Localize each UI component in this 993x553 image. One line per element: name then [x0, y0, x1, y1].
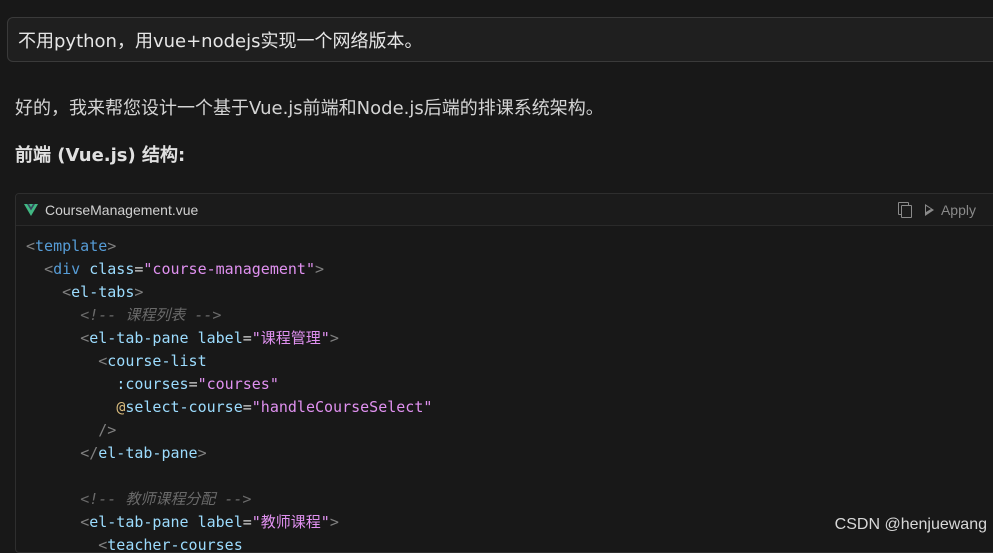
watermark: CSDN @henjuewang: [834, 516, 987, 533]
code-token: <: [44, 260, 54, 278]
code-token: "课程管理": [251, 329, 330, 347]
code-block: CourseManagement.vue Apply <template> <d…: [15, 193, 993, 553]
vue-icon: [24, 203, 38, 216]
code-line: />: [26, 419, 993, 442]
code-block-header: CourseManagement.vue Apply: [16, 194, 993, 226]
code-token: =: [242, 329, 252, 347]
code-body: <template> <div class="course-management…: [16, 226, 993, 553]
code-token: <: [80, 329, 90, 347]
code-token: =: [242, 398, 252, 416]
code-token: <: [98, 352, 108, 370]
play-icon: [924, 203, 934, 216]
code-line: :courses="courses": [26, 373, 993, 396]
code-token: teacher-courses: [107, 536, 243, 553]
code-token: >: [107, 237, 117, 255]
apply-button[interactable]: Apply: [924, 201, 976, 218]
code-token: @: [116, 398, 126, 416]
code-token: "handleCourseSelect": [251, 398, 433, 416]
code-line: <!-- 课程列表 -->: [26, 304, 993, 327]
code-token: el-tab-pane: [98, 444, 198, 462]
code-token: el-tabs: [71, 283, 135, 301]
code-token: >: [329, 513, 339, 531]
code-token: <!-- 课程列表 -->: [80, 306, 222, 324]
code-token: =: [188, 375, 198, 393]
user-message-text: 不用python，用vue+nodejs实现一个网络版本。: [18, 30, 423, 52]
code-token: <: [98, 536, 108, 553]
code-token: el-tab-pane: [89, 329, 189, 347]
code-line: <course-list: [26, 350, 993, 373]
code-token: "courses": [197, 375, 279, 393]
code-actions: Apply: [897, 194, 976, 225]
code-line: <template>: [26, 235, 993, 258]
code-token: label: [197, 513, 243, 531]
code-token: class: [89, 260, 135, 278]
code-token: <: [26, 237, 36, 255]
code-token: <: [62, 283, 72, 301]
code-token: />: [98, 421, 117, 439]
code-token: </: [80, 444, 99, 462]
code-token: =: [242, 513, 252, 531]
code-token: :courses: [116, 375, 189, 393]
code-line: <div class="course-management">: [26, 258, 993, 281]
code-line: <!-- 教师课程分配 -->: [26, 488, 993, 511]
code-line: <el-tab-pane label="课程管理">: [26, 327, 993, 350]
code-token: label: [197, 329, 243, 347]
copy-icon[interactable]: [897, 202, 912, 218]
code-token: >: [197, 444, 207, 462]
code-token: template: [35, 237, 108, 255]
assistant-intro: 好的，我来帮您设计一个基于Vue.js前端和Node.js后端的排课系统架构。: [15, 98, 604, 119]
code-token: "教师课程": [251, 513, 330, 531]
code-token: div: [53, 260, 81, 278]
code-line: <teacher-courses: [26, 534, 993, 553]
code-token: course-list: [107, 352, 207, 370]
code-token: >: [315, 260, 325, 278]
code-line: @select-course="handleCourseSelect": [26, 396, 993, 419]
code-token: <!-- 教师课程分配 -->: [80, 490, 252, 508]
code-line: <el-tabs>: [26, 281, 993, 304]
section-title: 前端 (Vue.js) 结构:: [15, 145, 186, 166]
code-token: <: [80, 513, 90, 531]
code-token: >: [134, 283, 144, 301]
code-line: </el-tab-pane>: [26, 442, 993, 465]
code-filename: CourseManagement.vue: [45, 201, 199, 218]
code-token: "course-management": [143, 260, 315, 278]
code-token: select-course: [125, 398, 243, 416]
apply-label: Apply: [940, 201, 976, 218]
code-token: el-tab-pane: [89, 513, 189, 531]
user-message: 不用python，用vue+nodejs实现一个网络版本。: [7, 17, 993, 62]
code-token: >: [329, 329, 339, 347]
